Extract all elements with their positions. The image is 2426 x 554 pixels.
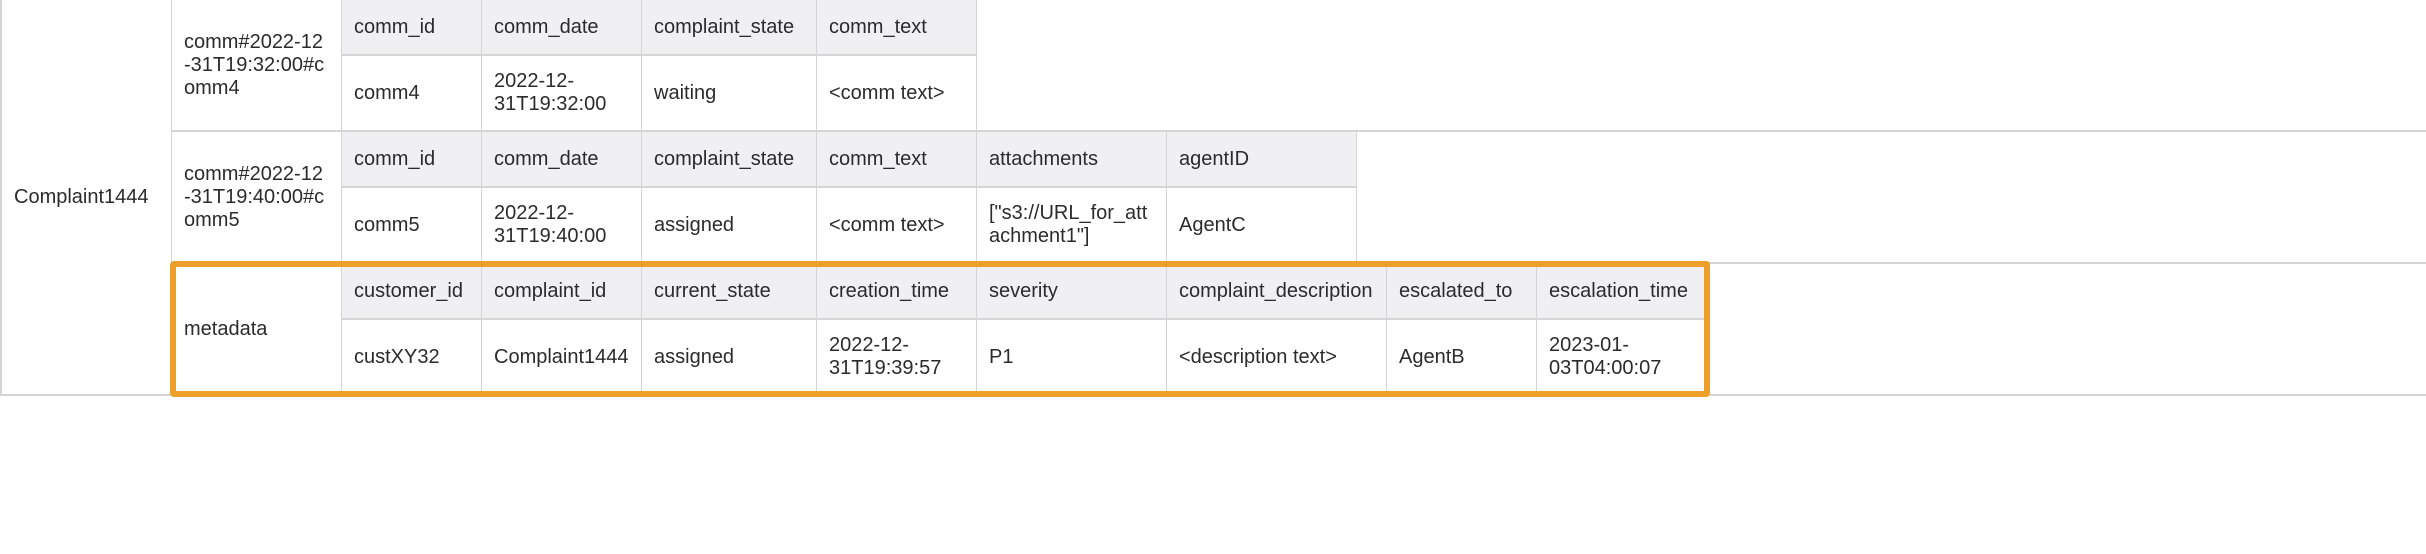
- column-header: comm_date: [482, 132, 642, 186]
- header-row: customer_idcomplaint_idcurrent_statecrea…: [342, 264, 1707, 320]
- sections-container: comm#2022-12-31T19:32:00#comm4comm_idcom…: [172, 0, 2426, 394]
- column-header: escalation_time: [1537, 264, 1707, 318]
- column-header: complaint_state: [642, 0, 817, 54]
- data-row: comm52022-12-31T19:40:00assigned<comm te…: [342, 188, 1357, 262]
- column-header: complaint_description: [1167, 264, 1387, 318]
- data-row: custXY32Complaint1444assigned2022-12-31T…: [342, 320, 1707, 394]
- column-header: comm_date: [482, 0, 642, 54]
- attribute-table: comm_idcomm_datecomplaint_statecomm_text…: [342, 132, 1357, 262]
- attribute-table: comm_idcomm_datecomplaint_statecomm_text…: [342, 0, 977, 130]
- cell-value: assigned: [642, 188, 817, 262]
- table-section: comm#2022-12-31T19:32:00#comm4comm_idcom…: [172, 0, 2426, 132]
- cell-value: comm5: [342, 188, 482, 262]
- table-section: comm#2022-12-31T19:40:00#comm5comm_idcom…: [172, 132, 2426, 264]
- cell-value: <comm text>: [817, 56, 977, 130]
- cell-value: comm4: [342, 56, 482, 130]
- sort-key: metadata: [172, 264, 342, 394]
- cell-value: <description text>: [1167, 320, 1387, 394]
- cell-value: AgentC: [1167, 188, 1357, 262]
- sort-key: comm#2022-12-31T19:40:00#comm5: [172, 132, 342, 262]
- column-header: complaint_id: [482, 264, 642, 318]
- column-header: comm_text: [817, 0, 977, 54]
- cell-value: assigned: [642, 320, 817, 394]
- cell-value: 2023-01-03T04:00:07: [1537, 320, 1707, 394]
- column-header: agentID: [1167, 132, 1357, 186]
- column-header: creation_time: [817, 264, 977, 318]
- data-row: comm42022-12-31T19:32:00waiting<comm tex…: [342, 56, 977, 130]
- partition-key: Complaint1444: [2, 0, 172, 394]
- column-header: severity: [977, 264, 1167, 318]
- sort-key: comm#2022-12-31T19:32:00#comm4: [172, 0, 342, 130]
- cell-value: waiting: [642, 56, 817, 130]
- header-row: comm_idcomm_datecomplaint_statecomm_text…: [342, 132, 1357, 188]
- column-header: complaint_state: [642, 132, 817, 186]
- attribute-table: customer_idcomplaint_idcurrent_statecrea…: [342, 264, 1707, 394]
- cell-value: 2022-12-31T19:32:00: [482, 56, 642, 130]
- cell-value: 2022-12-31T19:40:00: [482, 188, 642, 262]
- cell-value: 2022-12-31T19:39:57: [817, 320, 977, 394]
- cell-value: AgentB: [1387, 320, 1537, 394]
- cell-value: Complaint1444: [482, 320, 642, 394]
- column-header: escalated_to: [1387, 264, 1537, 318]
- cell-value: custXY32: [342, 320, 482, 394]
- column-header: current_state: [642, 264, 817, 318]
- column-header: comm_id: [342, 132, 482, 186]
- column-header: customer_id: [342, 264, 482, 318]
- header-row: comm_idcomm_datecomplaint_statecomm_text: [342, 0, 977, 56]
- column-header: attachments: [977, 132, 1167, 186]
- table-section: metadatacustomer_idcomplaint_idcurrent_s…: [172, 264, 2426, 394]
- data-table: Complaint1444 comm#2022-12-31T19:32:00#c…: [0, 0, 2426, 396]
- cell-value: <comm text>: [817, 188, 977, 262]
- cell-value: P1: [977, 320, 1167, 394]
- column-header: comm_text: [817, 132, 977, 186]
- cell-value: ["s3://URL_for_attachment1"]: [977, 188, 1167, 262]
- column-header: comm_id: [342, 0, 482, 54]
